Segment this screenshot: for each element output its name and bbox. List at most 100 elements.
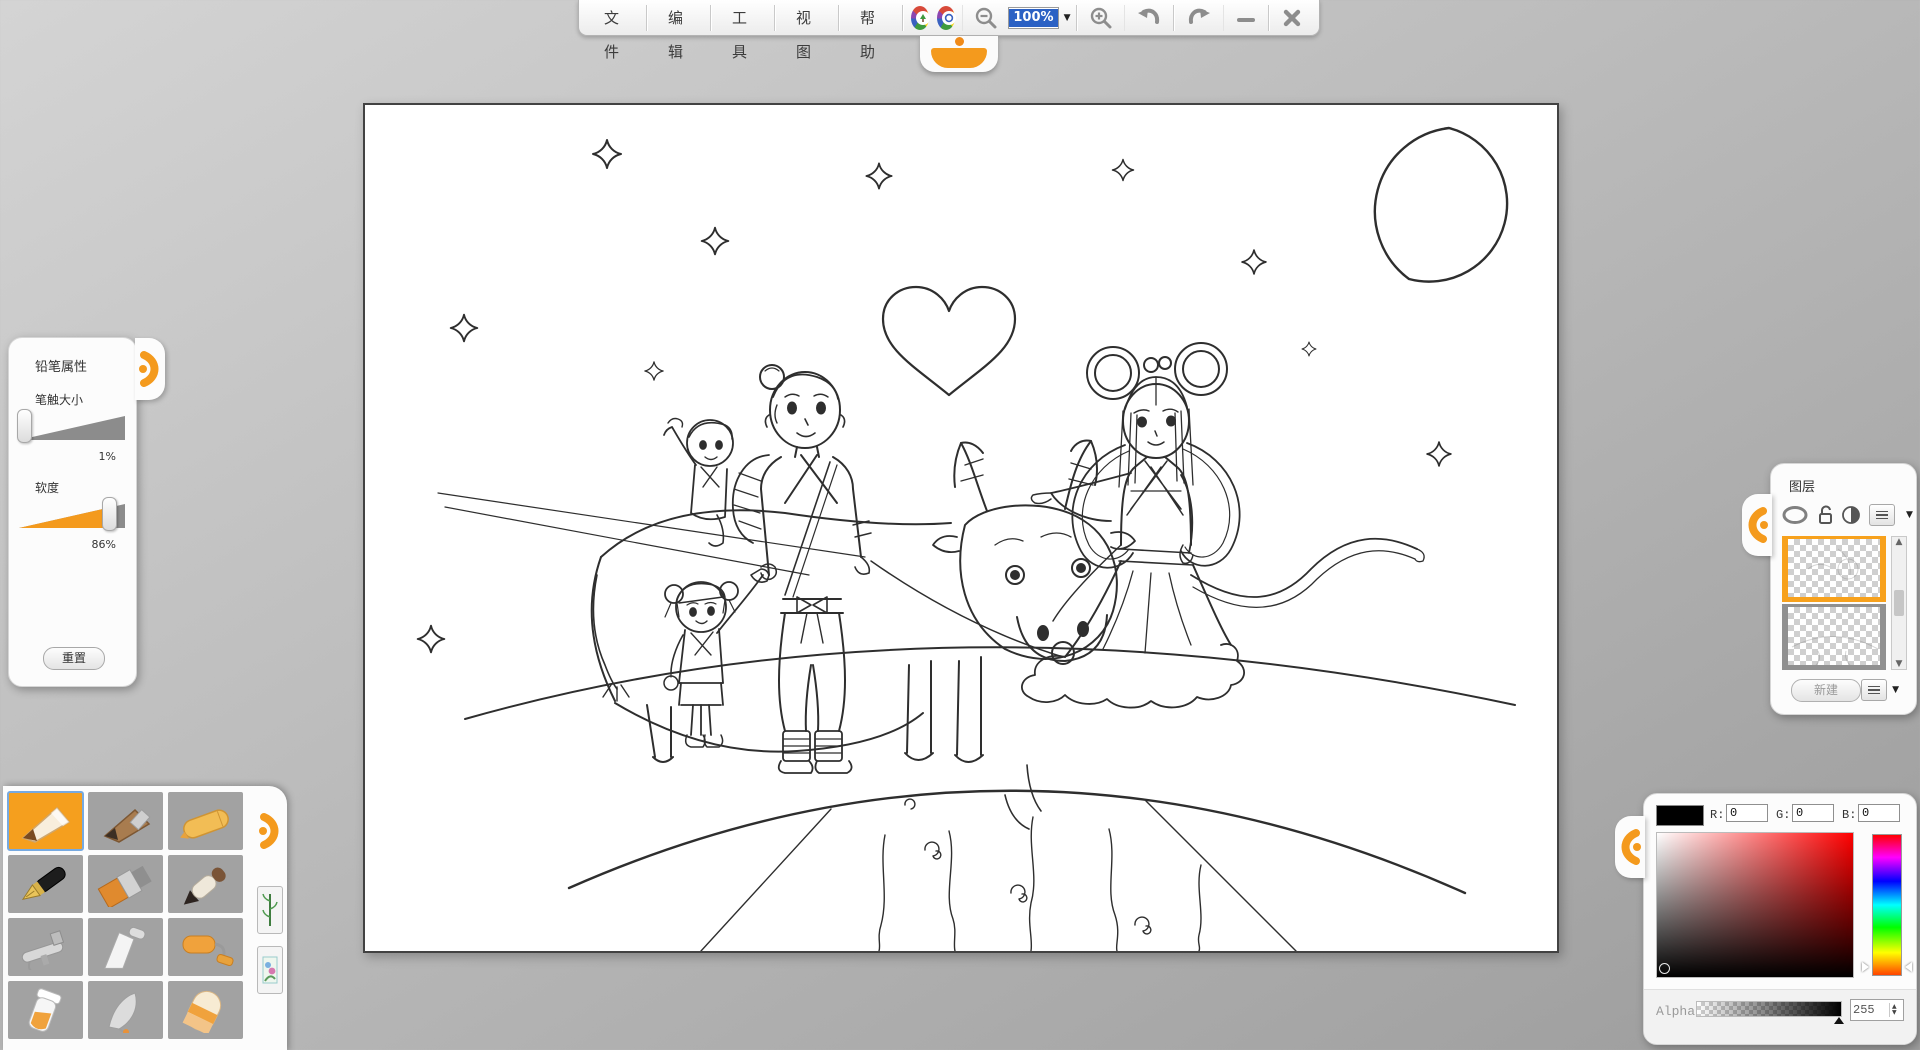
alpha-spin-arrows[interactable]: ▲▼ [1889, 1003, 1899, 1017]
tool-fountain-pen[interactable] [8, 855, 83, 913]
menu-file[interactable]: 文件 [587, 1, 643, 35]
tool-pencil[interactable] [8, 792, 83, 850]
layer-list [1782, 536, 1886, 672]
tool-airbrush[interactable] [8, 918, 83, 976]
cowherd [733, 365, 871, 773]
tool-paint-bottle[interactable] [8, 981, 83, 1039]
menu-help[interactable]: 帮助 [843, 1, 899, 35]
river [569, 791, 1465, 951]
tool-charcoal-pencil[interactable] [88, 792, 163, 850]
toolbar-separator [1173, 5, 1175, 31]
orange-handle-icon [1618, 827, 1642, 867]
tool-chinese-brush[interactable] [168, 855, 243, 913]
menu-view[interactable]: 视图 [779, 1, 835, 35]
softness-label: 软度 [35, 479, 136, 496]
sv-selection-marker[interactable] [1659, 963, 1670, 974]
tool-palette-panel [3, 786, 287, 1050]
clown-smile-icon [931, 48, 987, 68]
layers-panel: 图层 ▼ ▲ ▼ 新建 ▼ [1770, 463, 1917, 715]
blue-label: B: [1842, 808, 1856, 822]
reset-button[interactable]: 重置 [43, 647, 105, 670]
zoom-level-input[interactable]: 100% [1008, 7, 1058, 29]
pencil-panel-title: 铅笔属性 [35, 356, 136, 375]
menu-edit[interactable]: 编辑 [651, 1, 707, 35]
zoom-out-button[interactable] [966, 1, 1006, 35]
redo-button[interactable] [1178, 1, 1220, 35]
layer-item-1[interactable] [1782, 536, 1886, 602]
alpha-marker-icon[interactable] [1834, 1017, 1844, 1024]
toolbar-separator [774, 5, 776, 31]
softness-slider[interactable] [17, 500, 129, 536]
tool-palette-drag-handle[interactable] [255, 800, 285, 862]
zoom-in-button[interactable] [1081, 1, 1121, 35]
brush-size-value: 1% [9, 450, 116, 463]
saturation-value-box[interactable] [1656, 832, 1854, 978]
current-color-swatch [1656, 805, 1704, 826]
green-input[interactable] [1792, 804, 1834, 822]
new-layer-button[interactable]: 新建 [1791, 679, 1861, 702]
blue-input[interactable] [1858, 804, 1900, 822]
toolbar-separator [838, 5, 840, 31]
clown-left-eye-icon[interactable] [911, 6, 929, 30]
undo-button[interactable] [1128, 1, 1170, 35]
orange-handle-icon [138, 349, 162, 389]
scroll-down-icon[interactable]: ▼ [1896, 659, 1903, 669]
zoom-dropdown-arrow-icon[interactable]: ▼ [1061, 13, 1074, 23]
drawing-canvas[interactable] [363, 103, 1559, 953]
toolbar-separator [962, 5, 964, 31]
layer-unlock-icon[interactable] [1817, 505, 1833, 525]
alpha-section: Alpha ▲▼ [1644, 989, 1916, 1044]
alpha-label: Alpha [1656, 1004, 1695, 1019]
alpha-spinner: ▲▼ [1850, 999, 1904, 1021]
clown-left-eye-center [916, 11, 930, 25]
brush-size-slider[interactable] [17, 412, 129, 448]
clown-right-eye-icon[interactable] [937, 6, 955, 30]
color-panel-drag-handle[interactable] [1615, 816, 1645, 878]
layer-options-button[interactable] [1861, 679, 1887, 701]
scrollbar-thumb[interactable] [1894, 590, 1904, 616]
hue-marker-left-icon[interactable] [1862, 962, 1869, 972]
layer-item-2[interactable] [1782, 604, 1886, 670]
softness-slider-handle[interactable] [102, 497, 117, 531]
layer-options-arrow-icon[interactable]: ▼ [1889, 685, 1902, 695]
layer-menu-arrow-icon[interactable]: ▼ [1903, 510, 1916, 520]
pencil-panel-drag-handle[interactable] [135, 338, 165, 400]
layer-opacity-icon[interactable] [1841, 505, 1861, 525]
bamboo-stamp-page-button[interactable] [257, 886, 283, 934]
tool-grid [8, 792, 243, 1039]
moon [1375, 128, 1507, 282]
toolbar-drag-handle[interactable] [920, 36, 998, 72]
picture-stamp-page-button[interactable] [257, 946, 283, 994]
green-label: G: [1776, 808, 1790, 822]
layers-panel-title: 图层 [1789, 476, 1916, 495]
red-input[interactable] [1726, 804, 1768, 822]
scroll-up-icon[interactable]: ▲ [1896, 537, 1903, 547]
close-button[interactable] [1273, 1, 1311, 35]
zoom-level-value: 100% [1009, 9, 1057, 27]
alpha-slider[interactable] [1696, 1001, 1842, 1017]
minimize-button[interactable] [1227, 1, 1265, 35]
brush-size-label: 笔触大小 [35, 391, 136, 408]
layer-list-scrollbar[interactable]: ▲ ▼ [1891, 536, 1907, 670]
orange-handle-icon [1745, 505, 1769, 545]
layers-panel-drag-handle[interactable] [1742, 494, 1772, 556]
brush-size-slider-handle[interactable] [17, 409, 32, 443]
pencil-properties-panel: 铅笔属性 笔触大小 1% 软度 86% 重置 [8, 337, 137, 687]
toolbar-separator [902, 5, 904, 31]
tool-oil-brush[interactable] [88, 855, 163, 913]
hue-marker-right-icon[interactable] [1905, 962, 1912, 972]
tool-painting-knife[interactable] [88, 981, 163, 1039]
layer-visibility-icon[interactable] [1781, 505, 1809, 525]
tool-paint-roller[interactable] [168, 918, 243, 976]
layer-menu-button[interactable] [1869, 504, 1895, 526]
toolbar-separator [710, 5, 712, 31]
tool-palette-knife[interactable] [88, 918, 163, 976]
hue-strip[interactable] [1872, 834, 1902, 976]
menu-tools[interactable]: 工具 [715, 1, 771, 35]
top-toolbar: 文件 编辑 工具 视图 帮助 100% ▼ [578, 0, 1320, 36]
alpha-input[interactable] [1851, 1003, 1889, 1017]
weaver-girl [1022, 343, 1424, 708]
tool-eraser[interactable] [168, 981, 243, 1039]
app-window: 文件 编辑 工具 视图 帮助 100% ▼ [0, 0, 1920, 1050]
tool-crayon[interactable] [168, 792, 243, 850]
